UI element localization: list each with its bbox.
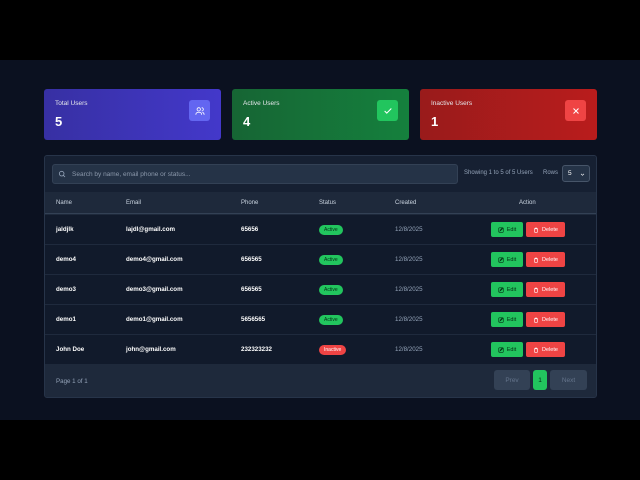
status-badge: Active [319, 225, 343, 235]
delete-button[interactable]: Delete [526, 282, 565, 297]
row-name: John Doe [56, 346, 85, 353]
total-users-card: Total Users 5 [44, 89, 221, 140]
inactive-users-value: 1 [431, 114, 439, 129]
edit-icon [498, 316, 504, 323]
row-created: 12/8/2025 [395, 226, 423, 233]
search-input[interactable] [72, 170, 452, 178]
trash-icon [534, 347, 539, 353]
header-name: Name [56, 200, 73, 206]
row-created: 12/8/2025 [395, 346, 423, 353]
row-email: demo3@gmail.com [126, 286, 183, 293]
active-users-value: 4 [243, 114, 251, 129]
edit-label: Edit [506, 316, 517, 323]
row-phone: 656565 [241, 286, 262, 293]
row-email: demo1@gmail.com [126, 316, 183, 323]
delete-label: Delete [542, 346, 558, 353]
edit-button[interactable]: Edit [491, 282, 523, 297]
row-created: 12/8/2025 [395, 286, 423, 293]
table-toolbar: Showing 1 to 5 of 5 Users Rows 5 [45, 156, 596, 192]
trash-icon [534, 227, 539, 233]
total-users-label: Total Users [55, 100, 88, 107]
row-phone: 5656565 [241, 316, 266, 323]
users-table-panel: Showing 1 to 5 of 5 Users Rows 5 Name Em… [44, 155, 597, 398]
search-icon [58, 170, 66, 178]
table-header: Name Email Phone Status Created Action [45, 192, 596, 214]
chevron-down-icon [580, 173, 585, 176]
x-icon [565, 100, 586, 121]
edit-icon [498, 346, 504, 353]
trash-icon [534, 257, 539, 263]
delete-button[interactable]: Delete [526, 342, 565, 357]
edit-label: Edit [506, 256, 517, 263]
showing-count: Showing 1 to 5 of 5 Users [464, 170, 533, 176]
row-email: lajdl@gmail.com [126, 226, 176, 233]
delete-label: Delete [542, 316, 558, 323]
row-created: 12/8/2025 [395, 316, 423, 323]
delete-label: Delete [542, 226, 558, 233]
search-box[interactable] [52, 164, 458, 184]
edit-button[interactable]: Edit [491, 252, 523, 267]
delete-button[interactable]: Delete [526, 222, 565, 237]
edit-icon [498, 256, 504, 263]
delete-label: Delete [542, 256, 558, 263]
edit-label: Edit [506, 226, 517, 233]
row-name: demo4 [56, 256, 76, 263]
total-users-value: 5 [55, 114, 63, 129]
edit-icon [498, 286, 504, 293]
page-info: Page 1 of 1 [56, 378, 88, 385]
header-phone: Phone [241, 200, 259, 206]
rows-label: Rows [543, 170, 559, 176]
table-row: demo1 demo1@gmail.com 5656565 Active 12/… [45, 305, 596, 335]
edit-button[interactable]: Edit [491, 222, 523, 237]
row-email: john@gmail.com [126, 346, 176, 353]
header-action: Action [519, 200, 536, 206]
edit-button[interactable]: Edit [491, 342, 523, 357]
row-created: 12/8/2025 [395, 256, 423, 263]
table-row: jaldjlk lajdl@gmail.com 65656 Active 12/… [45, 215, 596, 245]
table-footer: Page 1 of 1 Prev 1 Next [45, 364, 596, 397]
row-name: demo1 [56, 316, 76, 323]
delete-button[interactable]: Delete [526, 252, 565, 267]
rows-per-page-select[interactable]: 5 [562, 165, 590, 182]
row-email: demo4@gmail.com [126, 256, 183, 263]
inactive-users-label: Inactive Users [431, 100, 473, 107]
edit-icon [498, 226, 504, 233]
row-phone: 65656 [241, 226, 259, 233]
status-badge: Active [319, 315, 343, 325]
edit-label: Edit [506, 346, 517, 353]
trash-icon [534, 317, 539, 323]
delete-label: Delete [542, 286, 558, 293]
stats-cards: Total Users 5 Active Users 4 Inactive Us… [44, 89, 597, 140]
row-name: demo3 [56, 286, 76, 293]
status-badge: Active [319, 255, 343, 265]
table-row: John Doe john@gmail.com 232323232 Inacti… [45, 335, 596, 365]
check-icon [377, 100, 398, 121]
prev-page-button[interactable]: Prev [494, 370, 530, 390]
active-users-label: Active Users [243, 100, 280, 107]
delete-button[interactable]: Delete [526, 312, 565, 327]
rows-per-page-value: 5 [568, 170, 572, 177]
status-badge: Inactive [319, 345, 347, 355]
table-row: demo3 demo3@gmail.com 656565 Active 12/8… [45, 275, 596, 305]
row-phone: 656565 [241, 256, 262, 263]
edit-label: Edit [506, 286, 517, 293]
status-badge: Active [319, 285, 343, 295]
active-users-card: Active Users 4 [232, 89, 409, 140]
header-created: Created [395, 200, 417, 206]
header-status: Status [319, 200, 337, 206]
edit-button[interactable]: Edit [491, 312, 523, 327]
dashboard-viewport: Total Users 5 Active Users 4 Inactive Us… [0, 60, 640, 420]
row-phone: 232323232 [241, 346, 272, 353]
trash-icon [534, 287, 539, 293]
row-name: jaldjlk [56, 226, 74, 233]
inactive-users-card: Inactive Users 1 [420, 89, 597, 140]
header-email: Email [126, 200, 142, 206]
next-page-button[interactable]: Next [550, 370, 587, 390]
table-row: demo4 demo4@gmail.com 656565 Active 12/8… [45, 245, 596, 275]
page-1-button[interactable]: 1 [533, 370, 547, 390]
users-icon [189, 100, 210, 121]
